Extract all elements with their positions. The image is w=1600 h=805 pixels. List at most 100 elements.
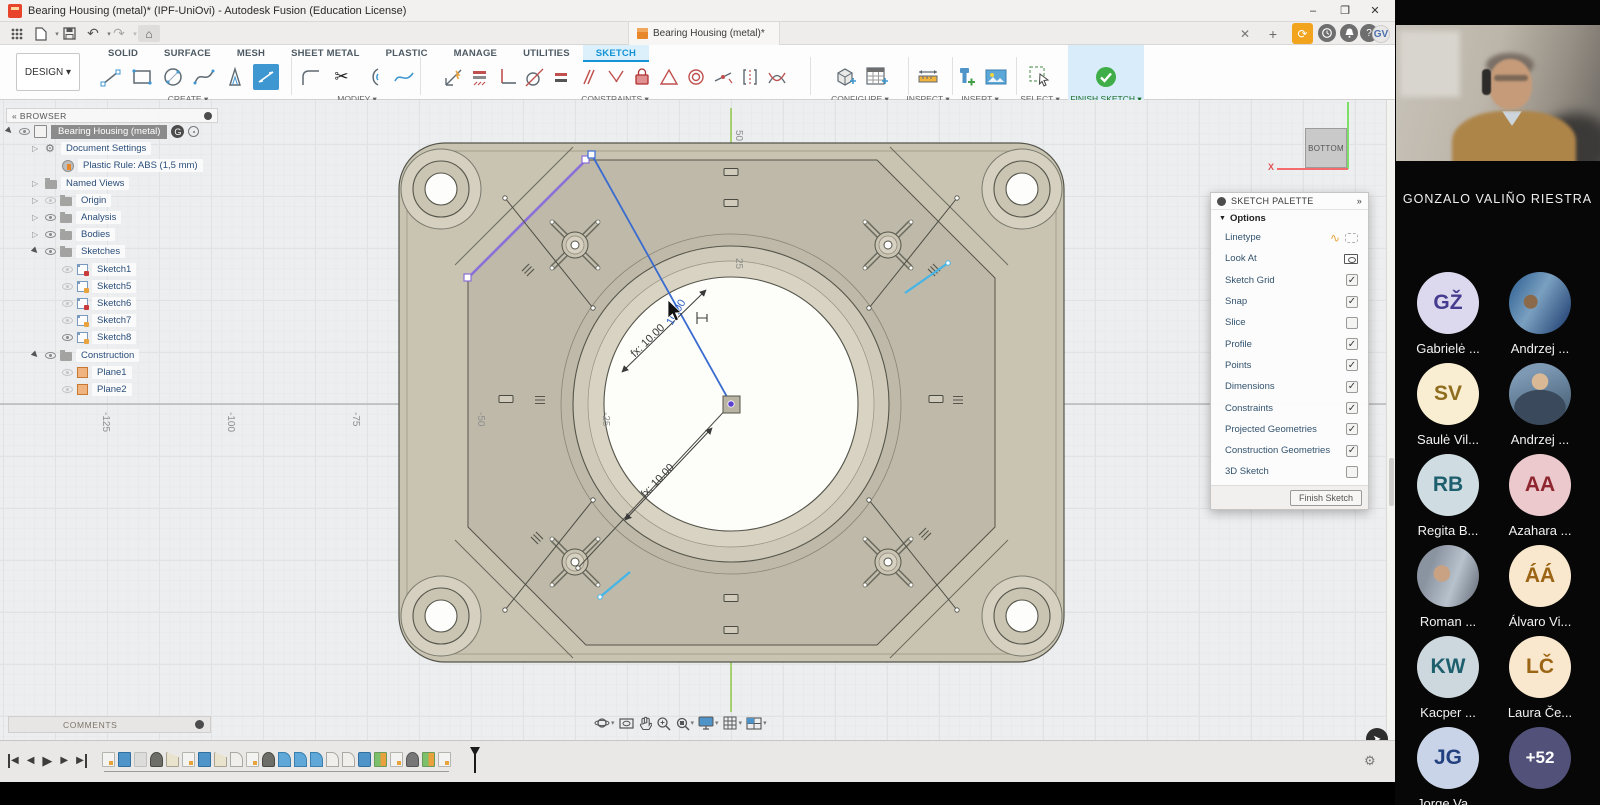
timeline-feature-icon[interactable]	[374, 752, 387, 767]
select-cursor-icon[interactable]	[1027, 64, 1053, 90]
timeline-feature-icon[interactable]	[310, 752, 323, 767]
tree-item-analysis[interactable]: ▷Analysis	[6, 209, 218, 226]
curvature-constraint-icon[interactable]	[766, 64, 788, 90]
timeline-feature-icon[interactable]	[214, 752, 227, 767]
participant-tile[interactable]: AAAzahara ...	[1494, 454, 1586, 538]
look-at-face-icon[interactable]	[619, 716, 634, 730]
expand-icon[interactable]: ▷	[32, 213, 41, 222]
tree-item-origin[interactable]: ▷Origin	[6, 192, 218, 209]
tree-item-plane2[interactable]: Plane2	[6, 381, 218, 398]
timeline-feature-icon[interactable]	[230, 752, 243, 767]
timeline-feature-icon[interactable]	[358, 752, 371, 767]
line-tool-icon[interactable]	[98, 64, 124, 90]
visibility-eye-icon[interactable]	[62, 334, 73, 341]
step-back-button[interactable]: ◀	[27, 754, 35, 768]
tangent-circle-icon[interactable]	[523, 64, 545, 90]
browser-root-row[interactable]: ▶ Bearing Housing (metal) G	[6, 123, 218, 140]
step-forward-button[interactable]: ▶	[60, 754, 68, 768]
timeline-feature-icon[interactable]	[390, 752, 403, 767]
points-checkbox[interactable]: ✓	[1346, 359, 1358, 371]
pattern-hatch-icon[interactable]	[469, 64, 491, 90]
scrollbar-thumb[interactable]	[1389, 458, 1394, 506]
palette-expand-icon[interactable]: »	[1357, 196, 1362, 206]
finish-sketch-check-icon[interactable]	[1093, 64, 1119, 90]
palette-menu-icon[interactable]	[1217, 197, 1226, 206]
timeline-feature-icon[interactable]	[134, 752, 147, 767]
go-to-end-button[interactable]: ▶	[76, 754, 87, 768]
home-view-icon[interactable]: ⌂	[138, 25, 160, 42]
insert-image-icon[interactable]	[983, 64, 1009, 90]
collapse-panel-icon[interactable]: «	[12, 111, 17, 121]
participant-tile[interactable]: ÁÁÁlvaro Vi...	[1494, 545, 1586, 629]
timeline-feature-icon[interactable]	[262, 752, 275, 767]
offset-tool-icon[interactable]	[360, 64, 386, 90]
maximize-button[interactable]: ❐	[1330, 0, 1360, 22]
linetype-rect-icon[interactable]	[1345, 233, 1358, 243]
data-panel-icon[interactable]	[8, 25, 26, 42]
browser-header[interactable]: « BROWSER	[6, 108, 218, 123]
fix-lock-constraint-icon[interactable]	[631, 64, 653, 90]
timeline-feature-icon[interactable]	[438, 752, 451, 767]
look-at-icon[interactable]	[1344, 254, 1358, 264]
corner-hole[interactable]	[401, 576, 481, 656]
timeline-feature-icon[interactable]	[342, 752, 355, 767]
account-avatar[interactable]: GV	[1372, 25, 1390, 43]
timeline-feature-icon[interactable]	[246, 752, 259, 767]
clock-history-icon[interactable]	[1318, 24, 1336, 42]
corner-hole[interactable]	[401, 149, 481, 229]
design-workspace-selector[interactable]: DESIGN ▾	[16, 53, 80, 91]
rectangle-tool-icon[interactable]	[129, 64, 155, 90]
sketch-palette-header[interactable]: SKETCH PALETTE »	[1211, 193, 1368, 210]
participant-tile[interactable]: Andrzej ...	[1494, 272, 1586, 356]
participant-tile[interactable]: KWKacper ...	[1402, 636, 1494, 720]
timeline-feature-icon[interactable]	[326, 752, 339, 767]
participant-tile[interactable]: GŽGabrielė ...	[1402, 272, 1494, 356]
timeline-feature-icon[interactable]	[182, 752, 195, 767]
zoom-icon[interactable]	[656, 716, 671, 731]
concentric-constraint-icon[interactable]	[685, 64, 707, 90]
timeline-feature-icon[interactable]	[150, 752, 163, 767]
tree-item-sketch8[interactable]: Sketch8	[6, 329, 218, 346]
tree-item-sketches[interactable]: ▶Sketches	[6, 243, 218, 260]
save-icon[interactable]	[60, 25, 78, 42]
3d-sketch-checkbox[interactable]	[1346, 466, 1358, 478]
expand-icon[interactable]: ▷	[32, 230, 41, 239]
timeline-feature-icon[interactable]	[166, 752, 179, 767]
participant-tile[interactable]: JGJorge Va...	[1402, 727, 1494, 805]
grid-settings-icon[interactable]: ▾	[723, 716, 743, 730]
visibility-eye-icon[interactable]	[45, 214, 56, 221]
expand-icon[interactable]: ▷	[32, 144, 41, 153]
browser-menu-icon[interactable]	[204, 112, 212, 120]
corner-hole[interactable]	[982, 576, 1062, 656]
snap-checkbox[interactable]: ✓	[1346, 296, 1358, 308]
participant-tile[interactable]: Andrzej ...	[1494, 363, 1586, 447]
minimize-button[interactable]: –	[1298, 0, 1328, 22]
model-canvas[interactable]: fx: 10.00 fx: 10.00 10.00 -125 -100 -75	[0, 100, 1395, 740]
visibility-eye-icon[interactable]	[45, 352, 56, 359]
activate-radio-icon[interactable]	[188, 126, 199, 137]
tree-item-named-views[interactable]: ▷Named Views	[6, 175, 218, 192]
dimension-tool-icon-active[interactable]	[253, 64, 279, 90]
visibility-eye-icon[interactable]	[62, 386, 73, 393]
spline-tool-icon[interactable]	[191, 64, 217, 90]
constraints-checkbox[interactable]: ✓	[1346, 402, 1358, 414]
finish-sketch-button[interactable]: Finish Sketch	[1290, 490, 1362, 506]
comments-bar[interactable]: COMMENTS	[8, 716, 211, 733]
dimensions-checkbox[interactable]: ✓	[1346, 381, 1358, 393]
viewcube-face-label[interactable]: BOTTOM	[1305, 128, 1347, 168]
participant-tile[interactable]: LČLaura Če...	[1494, 636, 1586, 720]
configure-box-icon[interactable]	[832, 64, 858, 90]
visibility-eye-icon[interactable]	[45, 231, 56, 238]
timeline-feature-icon[interactable]	[278, 752, 291, 767]
timeline-feature-icon[interactable]	[102, 752, 115, 767]
fit-icon[interactable]: ▾	[675, 716, 695, 731]
timeline-feature-icon[interactable]	[422, 752, 435, 767]
timeline-feature-icon[interactable]	[406, 752, 419, 767]
pan-hand-icon[interactable]	[638, 716, 652, 731]
display-settings-icon[interactable]: ▾	[698, 716, 719, 730]
notifications-bell-icon[interactable]	[1340, 24, 1358, 42]
viewports-icon[interactable]: ▾	[746, 717, 767, 730]
slice-checkbox[interactable]	[1346, 317, 1358, 329]
construction-geometries-checkbox[interactable]: ✓	[1346, 445, 1358, 457]
timeline-feature-icon[interactable]	[294, 752, 307, 767]
